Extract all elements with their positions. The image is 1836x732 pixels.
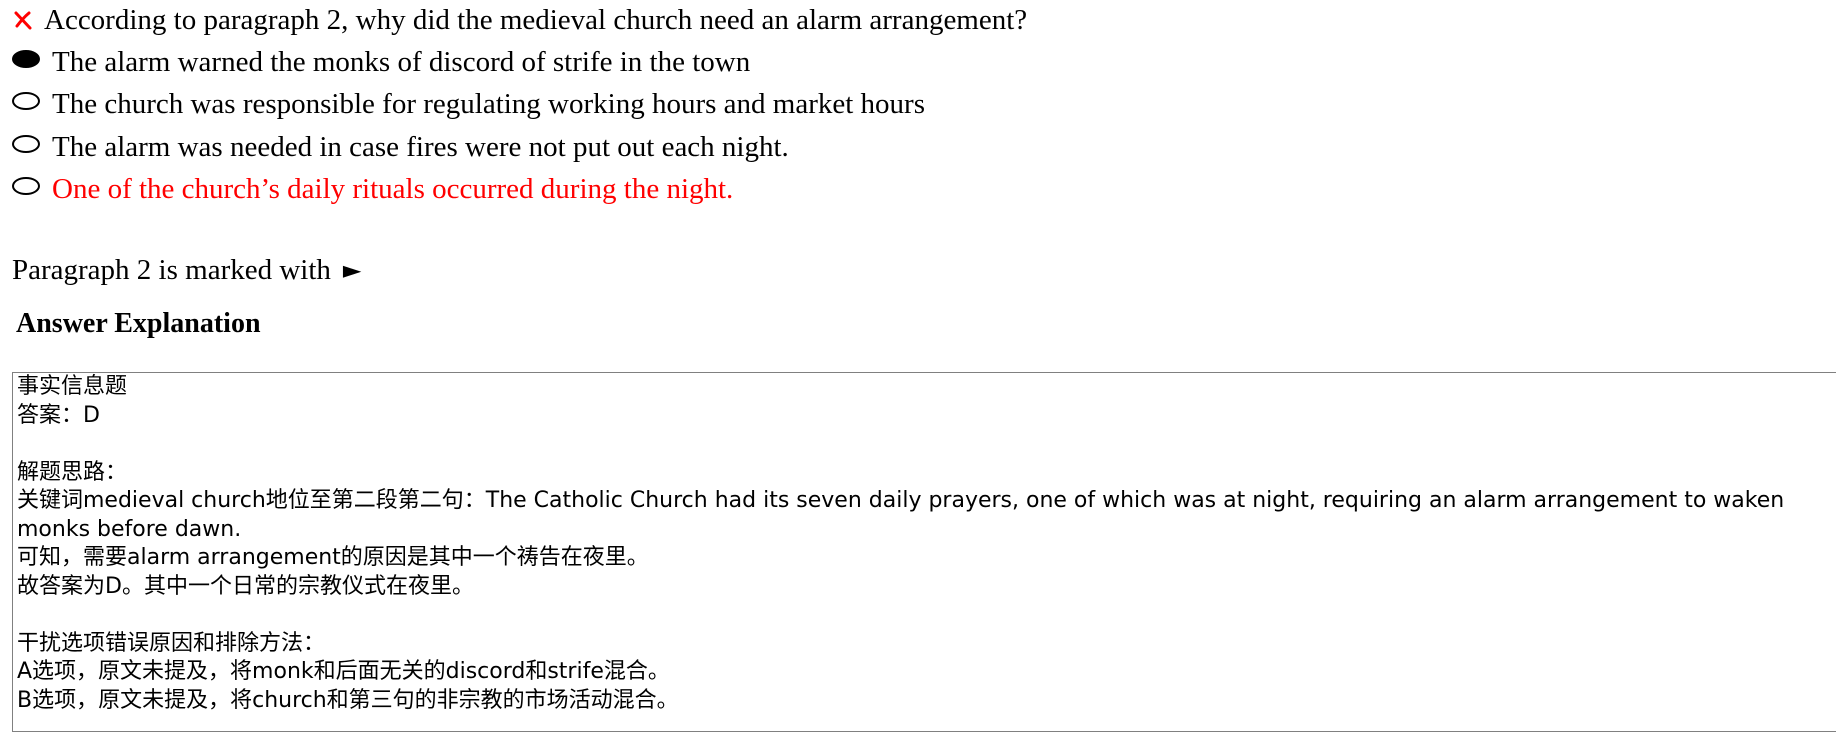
explanation-line: 可知，需要alarm arrangement的原因是其中一个祷告在夜里。 [17, 545, 649, 570]
explanation-line: 干扰选项错误原因和排除方法： [17, 630, 326, 656]
option-d-text: One of the church’s daily rituals occurr… [52, 172, 734, 205]
explanation-line [17, 601, 1787, 630]
explanation-line: 答案：D [17, 402, 100, 428]
explanation-line [17, 430, 1787, 459]
explanation-line: 事实信息题 [17, 374, 128, 399]
option-c-text: The alarm was needed in case fires were … [52, 130, 789, 163]
explanation-line: 解题思路： [17, 459, 128, 485]
option-b[interactable]: The church was responsible for regulatin… [12, 85, 925, 123]
radio-empty-icon[interactable] [12, 177, 40, 195]
radio-empty-icon[interactable] [12, 135, 40, 153]
option-c[interactable]: The alarm was needed in case fires were … [12, 128, 789, 166]
explanation-line: A选项，原文未提及，将monk和后面无关的discord和strife混合。 [17, 659, 670, 684]
option-d[interactable]: One of the church’s daily rituals occurr… [12, 170, 733, 208]
explanation-line: B选项，原文未提及，将church和第三句的非宗教的市场活动混合。 [17, 687, 679, 713]
option-a[interactable]: The alarm warned the monks of discord of… [12, 43, 750, 81]
wrong-x-icon [14, 11, 32, 30]
explanation-box[interactable]: 事实信息题 答案：D 解题思路： 关键词medieval church地位至第二… [12, 372, 1836, 732]
explanation-heading: Answer Explanation [16, 308, 261, 339]
explanation-line: 故答案为D。其中一个日常的宗教仪式在夜里。 [17, 573, 474, 599]
option-a-text: The alarm warned the monks of discord of… [52, 45, 751, 78]
paragraph-note: Paragraph 2 is marked with ► [12, 251, 361, 289]
paragraph-note-text: Paragraph 2 is marked with [12, 253, 331, 286]
radio-empty-icon[interactable] [12, 92, 40, 110]
question-text: According to paragraph 2, why did the me… [44, 3, 1028, 36]
question-row: According to paragraph 2, why did the me… [12, 2, 1027, 38]
radio-selected-icon[interactable] [12, 50, 40, 68]
explanation-line: 关键词medieval church地位至第二段第二句：The Catholic… [17, 488, 1792, 542]
paragraph-marker-icon: ► [342, 256, 362, 284]
option-b-text: The church was responsible for regulatin… [52, 87, 925, 120]
